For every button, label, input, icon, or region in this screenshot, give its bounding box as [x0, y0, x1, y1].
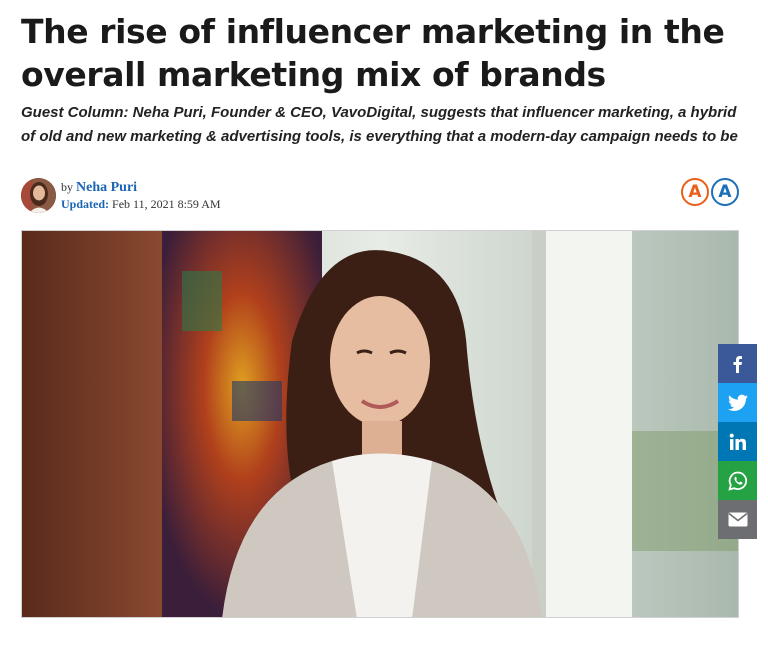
- author-link[interactable]: Neha Puri: [76, 180, 137, 195]
- whatsapp-icon: [727, 471, 747, 491]
- facebook-icon: [733, 355, 742, 373]
- updated-label: Updated:: [61, 197, 110, 211]
- author-avatar[interactable]: [21, 178, 56, 213]
- social-share-bar: [718, 344, 757, 539]
- share-whatsapp-button[interactable]: [718, 461, 757, 500]
- by-prefix: by: [61, 180, 73, 194]
- updated-timestamp: Feb 11, 2021 8:59 AM: [112, 197, 221, 211]
- share-facebook-button[interactable]: [718, 344, 757, 383]
- font-decrease-button[interactable]: A: [681, 178, 709, 206]
- share-linkedin-button[interactable]: [718, 422, 757, 461]
- email-icon: [728, 512, 747, 527]
- linkedin-icon: [729, 433, 746, 450]
- byline: by Neha Puri Updated: Feb 11, 2021 8:59 …: [21, 178, 421, 214]
- font-increase-button[interactable]: A: [711, 178, 739, 206]
- share-twitter-button[interactable]: [718, 383, 757, 422]
- share-email-button[interactable]: [718, 500, 757, 539]
- article-summary: Guest Column: Neha Puri, Founder & CEO, …: [21, 104, 738, 145]
- article-hero-image: [21, 230, 739, 618]
- twitter-icon: [727, 394, 748, 411]
- article-title: The rise of influencer marketing in the …: [21, 12, 725, 94]
